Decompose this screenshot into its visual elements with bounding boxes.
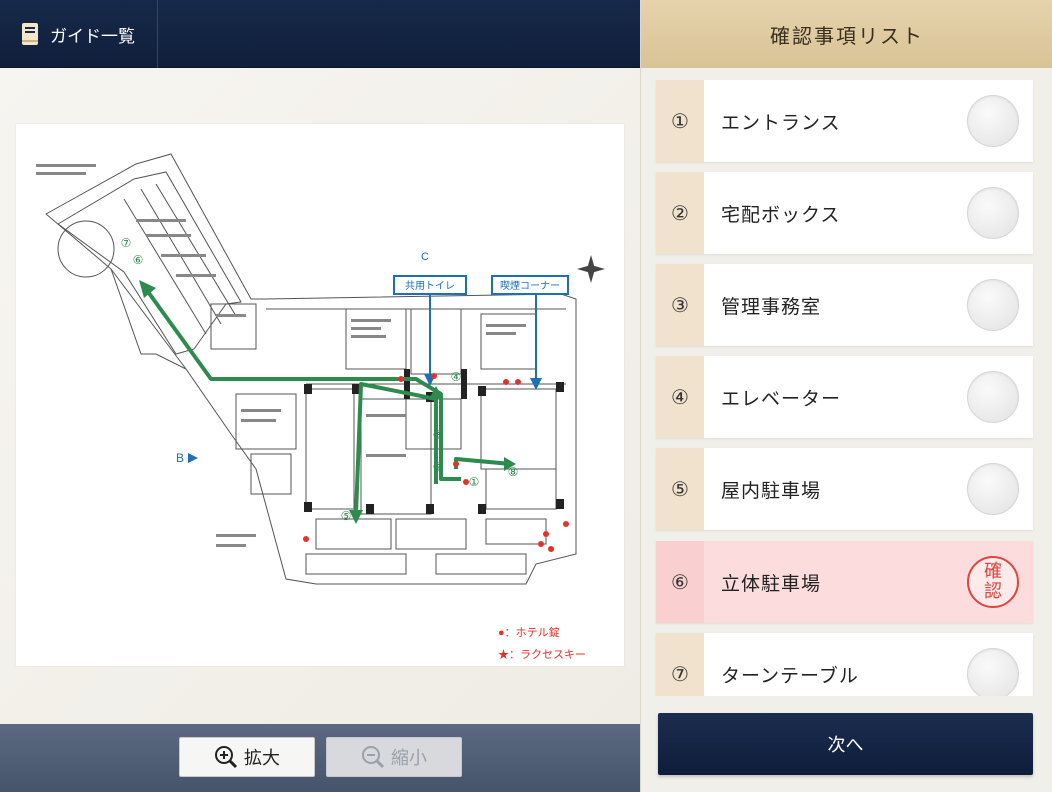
- checklist-item-elevator[interactable]: ④ エレベーター: [656, 356, 1033, 438]
- marker-4: ④: [451, 370, 462, 384]
- item-label: ターンテーブル: [721, 664, 859, 687]
- compass-icon: [577, 255, 605, 283]
- top-nav-bar: ガイド一覧: [0, 0, 640, 68]
- confirmed-stamp-icon[interactable]: 確 認: [967, 556, 1019, 608]
- zoom-in-label: 拡大: [244, 748, 280, 769]
- item-label: 管理事務室: [721, 295, 822, 318]
- item-number: ③: [656, 264, 704, 346]
- zoom-out-button[interactable]: 縮小: [326, 737, 462, 777]
- item-label: 宅配ボックス: [721, 203, 841, 226]
- checklist-title: 確認事項リスト: [641, 0, 1052, 68]
- check-circle[interactable]: [967, 187, 1019, 239]
- checklist-item-entrance[interactable]: ① エントランス: [656, 80, 1033, 162]
- check-circle[interactable]: [967, 463, 1019, 515]
- shared-toilet-label: 共用トイレ: [405, 280, 455, 292]
- item-number: ⑦: [656, 633, 704, 696]
- checklist-item-indoor-parking[interactable]: ⑤ 屋内駐車場: [656, 448, 1033, 530]
- label-c: C: [421, 251, 429, 263]
- floor-plan-drawing: C 共用トイレ 喫煙コーナー B ⑦ ⑥ ④ ③ ② ① ⑧ ⑤ ●：ホテル錠 …: [36, 153, 605, 661]
- item-number: ⑤: [656, 448, 704, 530]
- zoom-out-icon: [362, 746, 385, 769]
- marker-2: ②: [433, 460, 444, 474]
- next-button[interactable]: 次へ: [658, 713, 1033, 775]
- item-number: ④: [656, 356, 704, 438]
- guide-list-button[interactable]: ガイド一覧: [0, 0, 158, 68]
- zoom-toolbar: 拡大 縮小: [0, 724, 640, 792]
- item-number: ②: [656, 172, 704, 254]
- item-number: ①: [656, 80, 704, 162]
- check-circle[interactable]: [967, 279, 1019, 331]
- marker-1: ①: [469, 475, 480, 489]
- smoking-corner-label: 喫煙コーナー: [500, 280, 560, 292]
- check-circle[interactable]: [967, 648, 1019, 696]
- marker-6: ⑥: [133, 253, 144, 267]
- marker-3: ③: [433, 428, 444, 442]
- map-viewport[interactable]: C 共用トイレ 喫煙コーナー B ⑦ ⑥ ④ ③ ② ① ⑧ ⑤ ●：ホテル錠 …: [0, 68, 640, 724]
- check-circle[interactable]: [967, 371, 1019, 423]
- marker-7: ⑦: [121, 236, 132, 250]
- legend-raku-key: ★：ラクセスキー: [498, 648, 586, 661]
- guide-list-label: ガイド一覧: [50, 26, 135, 47]
- item-label: 屋内駐車場: [721, 479, 822, 502]
- zoom-in-icon: [215, 746, 238, 769]
- item-number: ⑥: [656, 541, 704, 623]
- check-circle[interactable]: [967, 95, 1019, 147]
- svg-text:C: C: [421, 251, 429, 263]
- zoom-in-button[interactable]: 拡大: [179, 737, 315, 777]
- checklist-list[interactable]: ① エントランス ② 宅配ボックス ③ 管理事務室 ④ エレベーター ⑤ 屋内駐…: [641, 68, 1052, 696]
- floor-plan-map: C 共用トイレ 喫煙コーナー B ⑦ ⑥ ④ ③ ② ① ⑧ ⑤ ●：ホテル錠 …: [16, 124, 624, 666]
- marker-8: ⑧: [508, 465, 519, 479]
- marker-5: ⑤: [341, 509, 352, 523]
- map-pane: ガイド一覧 C 共用トイレ 喫煙コーナー B ⑦ ⑥ ④ ③ ② ① ⑧ ⑤ ●…: [0, 0, 640, 792]
- checklist-item-delivery-box[interactable]: ② 宅配ボックス: [656, 172, 1033, 254]
- book-icon: [20, 22, 40, 46]
- checklist-pane: 確認事項リスト ① エントランス ② 宅配ボックス ③ 管理事務室 ④ エレベー…: [640, 0, 1052, 792]
- label-b: B: [176, 451, 184, 465]
- checklist-item-management-office[interactable]: ③ 管理事務室: [656, 264, 1033, 346]
- legend-hotel-lock: ●：ホテル錠: [498, 625, 560, 639]
- item-label: 立体駐車場: [721, 572, 822, 595]
- checklist-item-turntable[interactable]: ⑦ ターンテーブル: [656, 633, 1033, 696]
- checklist-item-multilevel-parking[interactable]: ⑥ 立体駐車場 確 認: [656, 541, 1033, 623]
- zoom-out-label: 縮小: [391, 748, 427, 769]
- item-label: エレベーター: [721, 387, 842, 410]
- item-label: エントランス: [721, 111, 841, 134]
